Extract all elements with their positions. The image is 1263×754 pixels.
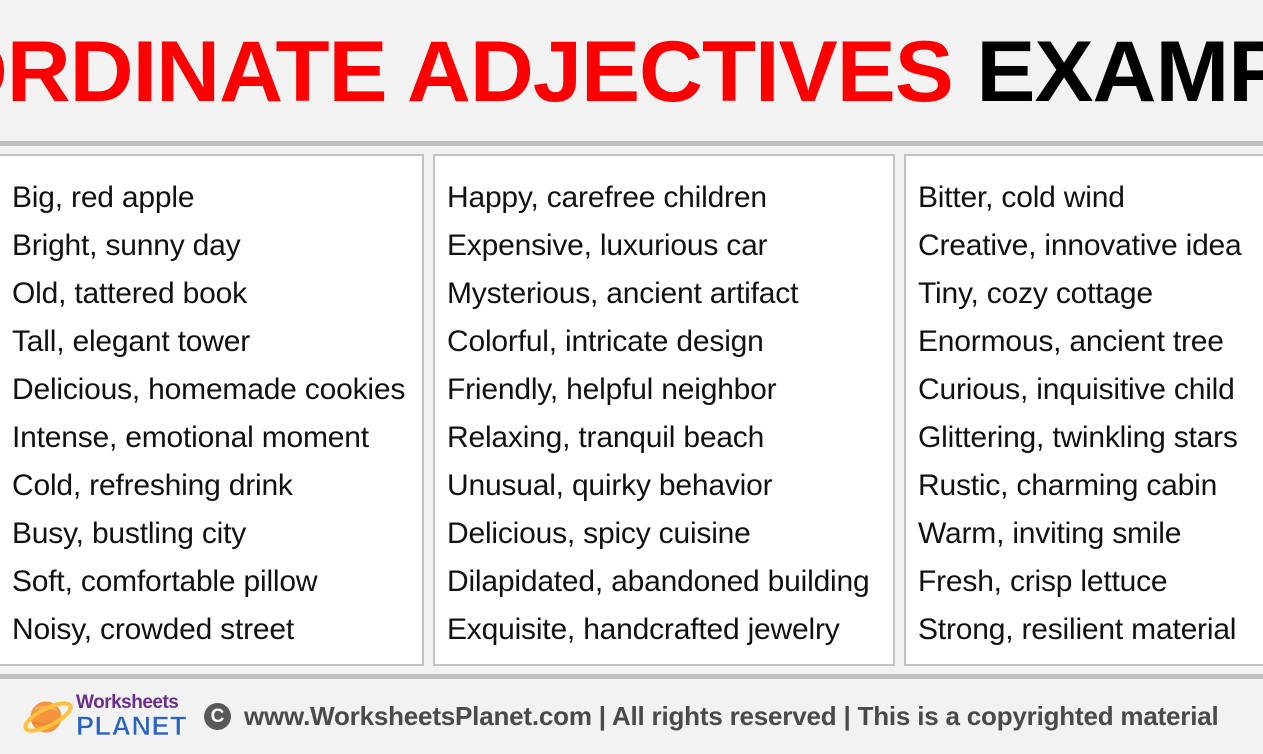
worksheet-page: COORDINATE ADJECTIVES EXAMPLES Big, red … xyxy=(0,0,1263,754)
list-item: Curious, inquisitive child xyxy=(918,373,1235,406)
list-item: Intense, emotional moment xyxy=(12,421,369,454)
list-item: Delicious, spicy cuisine xyxy=(447,517,751,550)
list-item: Strong, resilient material xyxy=(918,613,1237,646)
list-item: Happy, carefree children xyxy=(447,181,767,214)
list-item: Tiny, cozy cottage xyxy=(918,277,1153,310)
list-item: Old, tattered book xyxy=(12,277,247,310)
list-item: Bitter, cold wind xyxy=(918,181,1125,214)
list-item: Dilapidated, abandoned building xyxy=(447,565,870,598)
list-item: Expensive, luxurious car xyxy=(447,229,768,262)
examples-column-2: Happy, carefree children Expensive, luxu… xyxy=(433,154,895,666)
list-item: Fresh, crisp lettuce xyxy=(918,565,1168,598)
planet-icon xyxy=(23,700,73,733)
list-item: Busy, bustling city xyxy=(12,517,247,550)
logo-text-planet: PLANET xyxy=(76,711,187,741)
list-item: Glittering, twinkling stars xyxy=(918,421,1238,454)
logo-text-worksheets: Worksheets xyxy=(76,692,179,713)
examples-column-3: Bitter, cold wind Creative, innovative i… xyxy=(904,154,1263,666)
list-item: Relaxing, tranquil beach xyxy=(447,421,765,454)
worksheets-planet-logo[interactable]: Worksheets PLANET xyxy=(22,693,187,740)
list-item: Cold, refreshing drink xyxy=(12,469,293,502)
list-item: Enormous, ancient tree xyxy=(918,325,1224,358)
list-item: Big, red apple xyxy=(12,181,195,214)
list-item: Friendly, helpful neighbor xyxy=(447,373,777,406)
list-item: Colorful, intricate design xyxy=(447,325,764,358)
list-item: Exquisite, handcrafted jewelry xyxy=(447,613,840,646)
list-item: Warm, inviting smile xyxy=(918,517,1182,550)
list-item: Tall, elegant tower xyxy=(12,325,251,358)
list-item: Mysterious, ancient artifact xyxy=(447,277,799,310)
page-title: COORDINATE ADJECTIVES EXAMPLES xyxy=(0,29,1263,115)
examples-board: Big, red apple Bright, sunny day Old, ta… xyxy=(0,146,1263,674)
logo-wordmark: Worksheets PLANET xyxy=(76,693,187,740)
examples-column-1: Big, red apple Bright, sunny day Old, ta… xyxy=(0,154,424,666)
copyright-icon: C xyxy=(204,703,231,730)
page-title-primary: COORDINATE ADJECTIVES xyxy=(0,23,954,120)
list-item: Soft, comfortable pillow xyxy=(12,565,318,598)
page-header: COORDINATE ADJECTIVES EXAMPLES xyxy=(0,0,1263,146)
list-item: Creative, innovative idea xyxy=(918,229,1242,262)
list-item: Rustic, charming cabin xyxy=(918,469,1218,502)
footer-credit-text: www.WorksheetsPlanet.com | All rights re… xyxy=(244,701,1219,731)
list-item: Delicious, homemade cookies xyxy=(12,373,406,406)
list-item: Bright, sunny day xyxy=(12,229,241,262)
page-footer: Worksheets PLANET C www.WorksheetsPlanet… xyxy=(0,674,1263,754)
page-title-secondary: EXAMPLES xyxy=(976,23,1263,120)
list-item: Noisy, crowded street xyxy=(12,613,295,646)
list-item: Unusual, quirky behavior xyxy=(447,469,773,502)
